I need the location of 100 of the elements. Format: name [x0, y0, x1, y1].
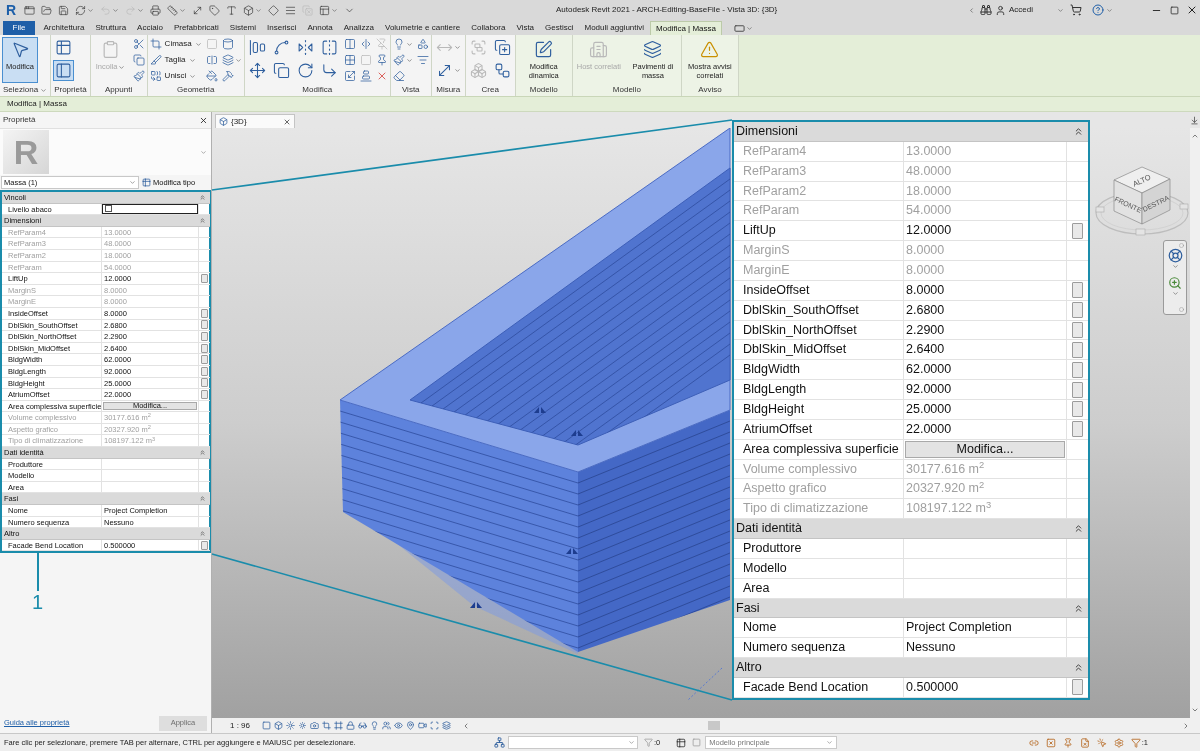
layers-icon[interactable] — [442, 721, 451, 730]
property-field[interactable]: 62.0000 — [904, 360, 1067, 381]
ribbon-tab[interactable]: Analizza — [338, 21, 380, 35]
split-button[interactable]: Unisci — [149, 69, 202, 83]
cursor-click-icon[interactable] — [1096, 737, 1107, 748]
property-field[interactable]: 8.0000 — [904, 280, 1067, 301]
video-icon[interactable] — [418, 721, 427, 730]
close-icon[interactable] — [1186, 4, 1198, 16]
chevron-right-icon[interactable] — [1182, 721, 1190, 730]
ribbon-tab[interactable]: Sistemi — [224, 21, 262, 35]
lines-icon[interactable] — [416, 54, 429, 66]
parameter-button[interactable] — [1072, 421, 1083, 438]
scan-icon[interactable] — [430, 721, 439, 730]
view-tab[interactable]: {3D} — [215, 114, 295, 128]
parameter-button[interactable] — [201, 273, 208, 283]
group-header[interactable]: Dimensioni — [734, 122, 1088, 142]
pin-icon[interactable] — [1062, 737, 1073, 748]
glasses-icon[interactable] — [358, 721, 367, 730]
property-field[interactable] — [904, 578, 1067, 599]
collapse-icon[interactable] — [1073, 125, 1084, 137]
combine-icon[interactable] — [149, 70, 162, 82]
filter-icon[interactable] — [1130, 737, 1141, 748]
collapse-icon[interactable] — [1073, 602, 1084, 614]
caret-icon[interactable] — [1171, 290, 1179, 297]
scrollbar-thumb[interactable] — [708, 721, 720, 730]
parameter-button[interactable] — [1072, 381, 1083, 398]
ribbon-tab[interactable]: Prefabbricati — [168, 21, 225, 35]
ribbon-tab[interactable]: Moduli aggiuntivi — [579, 21, 650, 35]
file-x-icon[interactable] — [1079, 737, 1090, 748]
caret-icon[interactable] — [87, 6, 94, 14]
square-x-icon[interactable] — [1045, 737, 1056, 748]
property-field[interactable]: 12.0000 — [904, 221, 1067, 242]
paint-bucket-icon[interactable] — [205, 70, 218, 82]
parameter-button[interactable] — [201, 540, 208, 550]
help-icon[interactable] — [1092, 4, 1104, 16]
close-icon[interactable] — [199, 115, 208, 125]
lightbulb-icon[interactable] — [370, 721, 379, 730]
caret-icon[interactable] — [179, 6, 186, 14]
wheel-icon[interactable] — [1167, 248, 1183, 263]
shapes-icon[interactable] — [416, 38, 429, 50]
parameter-button[interactable] — [1072, 222, 1083, 239]
caret-icon[interactable] — [1057, 6, 1064, 14]
ribbon-tab[interactable]: Vista — [510, 21, 540, 35]
collapse-icon[interactable] — [199, 217, 206, 224]
ribbon-tab[interactable]: Annota — [301, 21, 339, 35]
group-header[interactable]: Dati identità — [734, 519, 1088, 540]
collapse-icon[interactable] — [1073, 662, 1084, 674]
network-icon[interactable] — [494, 737, 505, 748]
ribbon-tab[interactable]: Inserisci — [261, 21, 302, 35]
parameter-button[interactable] — [1072, 361, 1083, 378]
pin-icon[interactable] — [406, 721, 415, 730]
lines-icon[interactable] — [285, 4, 296, 16]
split-button[interactable]: Taglia — [149, 53, 202, 67]
folder-icon[interactable] — [41, 4, 52, 16]
knife-icon[interactable] — [149, 54, 162, 66]
letter-t-icon[interactable] — [226, 4, 237, 16]
zoom-icon[interactable] — [1168, 276, 1182, 290]
parameter-button[interactable] — [1072, 679, 1083, 696]
caret-icon[interactable] — [453, 67, 461, 74]
caret-icon[interactable] — [1106, 6, 1113, 14]
property-field[interactable] — [102, 458, 199, 471]
separator-icon[interactable] — [359, 38, 372, 50]
sun-icon[interactable] — [286, 721, 295, 730]
property-field[interactable]: 2.6800 — [904, 300, 1067, 321]
printer-icon[interactable] — [150, 4, 161, 16]
property-field[interactable]: 2.2900 — [904, 320, 1067, 341]
arrow-down-line-icon[interactable] — [1190, 116, 1199, 125]
square-icon[interactable] — [692, 738, 702, 747]
split-button[interactable]: Cimasa — [149, 37, 202, 51]
split-square-icon[interactable] — [205, 54, 218, 66]
collapse-icon[interactable] — [199, 193, 206, 201]
app-logo[interactable]: R — [6, 2, 18, 18]
caret-icon[interactable] — [234, 56, 242, 64]
columns-icon[interactable] — [343, 38, 356, 50]
ribbon-tab[interactable]: Modifica | Massa — [649, 21, 723, 35]
grid-icon[interactable] — [343, 54, 356, 66]
ribbon-tab[interactable]: Acciaio — [131, 21, 169, 35]
collapse-icon[interactable] — [199, 448, 206, 456]
dim-sun-icon[interactable] — [298, 721, 307, 730]
layers-icon[interactable] — [643, 40, 663, 59]
window-icon[interactable] — [24, 4, 35, 16]
ribbon-tab[interactable]: Collabora — [465, 21, 511, 35]
collapse-icon[interactable] — [199, 495, 206, 503]
property-field[interactable]: 2.6400 — [904, 340, 1067, 361]
collapse-icon[interactable] — [1073, 523, 1084, 535]
cube-icon[interactable] — [243, 4, 254, 16]
chevron-up-icon[interactable] — [1191, 132, 1199, 140]
property-field[interactable] — [904, 558, 1067, 579]
warning-icon[interactable] — [700, 40, 720, 59]
crop-icon[interactable] — [322, 721, 331, 730]
crop-icon[interactable] — [149, 38, 162, 50]
parameter-button[interactable] — [1072, 282, 1083, 299]
frame-icon[interactable] — [334, 721, 343, 730]
shape-handle-icon[interactable] — [566, 548, 578, 554]
hammer-icon[interactable] — [221, 70, 234, 82]
windows-icon[interactable] — [319, 4, 330, 16]
property-field[interactable]: 22.0000 — [904, 419, 1067, 440]
shape-handle-icon[interactable] — [470, 602, 482, 608]
chevron-down-icon[interactable] — [1191, 706, 1199, 714]
diagonal-arrow-icon[interactable] — [192, 4, 203, 16]
